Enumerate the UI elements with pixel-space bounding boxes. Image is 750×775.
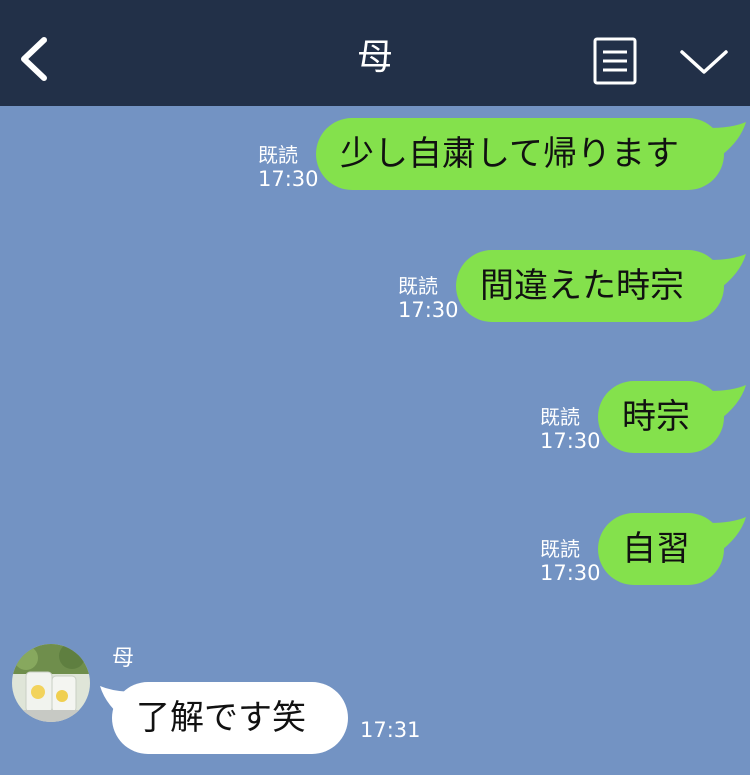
message-time: 17:30 bbox=[258, 167, 319, 191]
chevron-down-icon[interactable] bbox=[678, 46, 730, 78]
message-time: 17:31 bbox=[360, 718, 421, 742]
message-meta: 既読 17:30 bbox=[398, 274, 459, 322]
message-time: 17:30 bbox=[540, 561, 601, 585]
message-meta: 既読 17:30 bbox=[258, 143, 319, 191]
message-text: 了解です笑 bbox=[136, 698, 306, 738]
read-receipt: 既読 bbox=[540, 537, 580, 561]
read-receipt: 既読 bbox=[258, 143, 298, 167]
message-text: 時宗 bbox=[622, 397, 690, 437]
message-text: 間違えた時宗 bbox=[480, 266, 684, 306]
message-meta: 既読 17:30 bbox=[540, 405, 601, 453]
message-text: 自習 bbox=[622, 529, 690, 569]
outgoing-message-bubble[interactable]: 少し自粛して帰ります bbox=[316, 118, 724, 190]
incoming-message-bubble[interactable]: 了解です笑 bbox=[112, 682, 348, 754]
menu-list-icon[interactable] bbox=[592, 36, 638, 86]
bubble-tail bbox=[710, 254, 746, 290]
message-time: 17:30 bbox=[398, 298, 459, 322]
bubble-tail bbox=[710, 517, 746, 553]
message-text: 少し自粛して帰ります bbox=[340, 134, 679, 174]
message-meta: 既読 17:30 bbox=[540, 537, 601, 585]
outgoing-message-bubble[interactable]: 間違えた時宗 bbox=[456, 250, 724, 322]
bubble-tail bbox=[710, 122, 746, 158]
read-receipt: 既読 bbox=[540, 405, 580, 429]
outgoing-message-bubble[interactable]: 自習 bbox=[598, 513, 724, 585]
chat-header: 母 bbox=[0, 0, 750, 106]
read-receipt: 既読 bbox=[398, 274, 438, 298]
sender-avatar[interactable] bbox=[12, 644, 90, 722]
sender-name: 母 bbox=[112, 646, 135, 671]
outgoing-message-bubble[interactable]: 時宗 bbox=[598, 381, 724, 453]
message-time: 17:30 bbox=[540, 429, 601, 453]
bubble-tail bbox=[710, 385, 746, 421]
avatar-photo-icon bbox=[12, 644, 90, 722]
